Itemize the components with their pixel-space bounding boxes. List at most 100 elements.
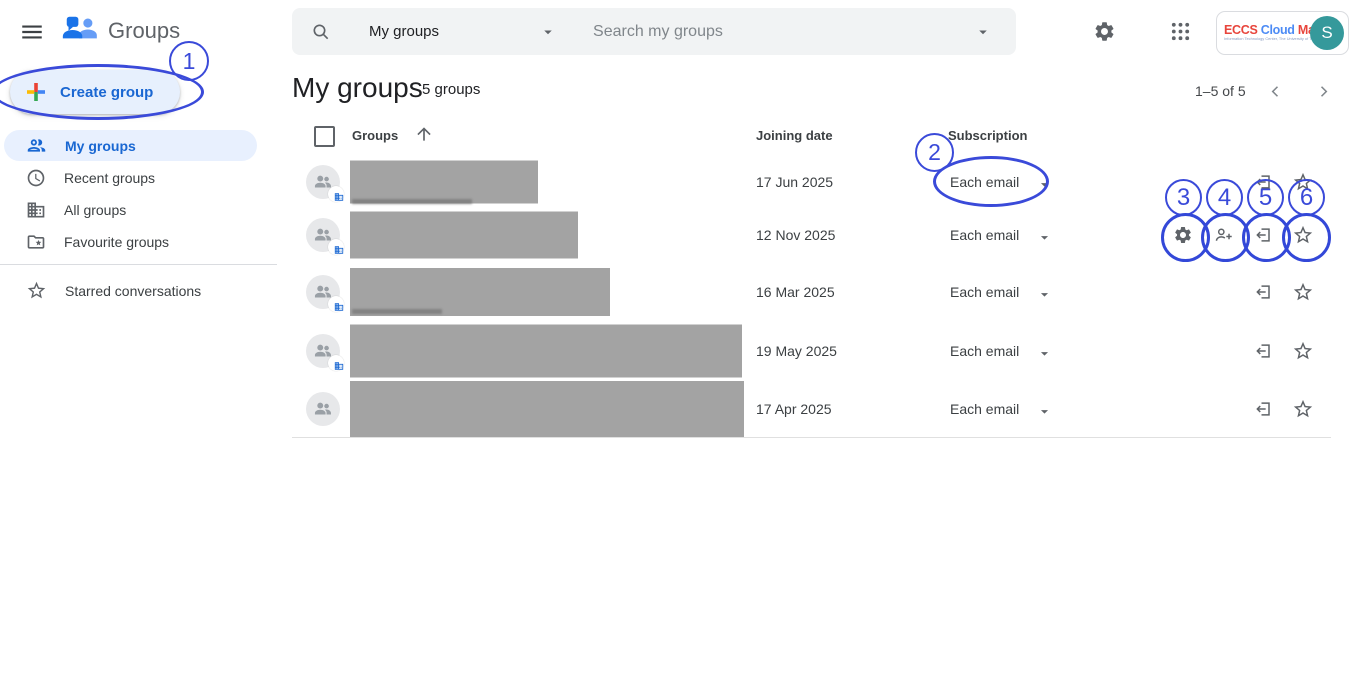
subscription-dropdown[interactable]: Each email — [950, 174, 1019, 190]
joining-date: 16 Mar 2025 — [756, 284, 835, 300]
sidebar-item-starred-conversations[interactable]: Starred conversations — [4, 275, 257, 306]
leave-group-icon[interactable] — [1254, 399, 1274, 419]
sidebar-item-all-groups[interactable]: All groups — [4, 194, 257, 225]
star-icon[interactable] — [1292, 340, 1314, 362]
subscription-dropdown[interactable]: Each email — [950, 284, 1019, 300]
people-icon — [26, 135, 47, 156]
column-header-subscription[interactable]: Subscription — [948, 128, 1027, 143]
create-group-label: Create group — [60, 84, 153, 101]
create-group-button[interactable]: Create group — [10, 70, 180, 114]
star-icon[interactable] — [1292, 281, 1314, 303]
app-name: Groups — [108, 18, 180, 44]
search-icon — [311, 22, 331, 42]
redacted-group-name — [350, 212, 578, 259]
group-people-icon — [312, 398, 334, 420]
star-icon[interactable] — [1292, 224, 1314, 246]
organization-badge-icon — [328, 296, 344, 312]
subscription-dropdown[interactable]: Each email — [950, 401, 1019, 417]
table-header: Groups Joining date Subscription — [292, 120, 1331, 156]
google-apps-icon[interactable] — [1169, 20, 1192, 43]
sidebar-divider — [0, 264, 277, 265]
logo-word-1: ECCS — [1224, 23, 1258, 37]
table-row[interactable]: 16 Mar 2025 Each email — [292, 262, 1331, 322]
domain-icon — [26, 200, 46, 220]
group-avatar — [306, 334, 340, 368]
column-header-groups[interactable]: Groups — [352, 128, 398, 143]
chevron-down-icon — [1036, 286, 1053, 303]
search-options-chevron-icon[interactable] — [974, 23, 992, 41]
search-input[interactable]: Search my groups — [593, 23, 974, 41]
sidebar-item-label: Recent groups — [64, 170, 155, 186]
sidebar-item-label: Starred conversations — [65, 283, 201, 299]
table-row[interactable]: 17 Apr 2025 Each email — [292, 380, 1331, 438]
table-row[interactable]: 19 May 2025 Each email — [292, 321, 1331, 381]
search-scope-dropdown[interactable]: My groups — [369, 23, 557, 41]
subscription-dropdown[interactable]: Each email — [950, 227, 1019, 243]
redacted-group-name — [350, 160, 538, 203]
joining-date: 19 May 2025 — [756, 343, 837, 359]
search-bar[interactable]: My groups Search my groups — [292, 8, 1016, 55]
plus-icon — [24, 80, 48, 104]
joining-date: 17 Jun 2025 — [756, 174, 833, 190]
next-page-icon[interactable] — [1314, 82, 1333, 101]
group-avatar — [306, 275, 340, 309]
subscription-value: Each email — [950, 284, 1019, 300]
groups-logo-icon — [62, 12, 100, 50]
logo-word-2: Cloud — [1261, 23, 1295, 37]
select-all-checkbox[interactable] — [314, 126, 335, 147]
joining-date: 17 Apr 2025 — [756, 401, 832, 417]
sidebar-item-my-groups[interactable]: My groups — [4, 130, 257, 161]
group-avatar — [306, 165, 340, 199]
logo-subtitle: Information Technology Center, The Unive… — [1224, 37, 1288, 42]
settings-gear-icon[interactable] — [1093, 20, 1116, 43]
subscription-value: Each email — [950, 174, 1019, 190]
table-row[interactable]: 12 Nov 2025 Each email — [292, 208, 1331, 263]
group-count: 5 groups — [422, 81, 480, 98]
previous-page-icon[interactable] — [1266, 82, 1285, 101]
table-row[interactable]: 17 Jun 2025 Each email — [292, 155, 1331, 209]
clock-icon — [26, 168, 46, 188]
leave-group-icon[interactable] — [1254, 225, 1274, 245]
redacted-text-remnant — [352, 199, 472, 204]
folder-star-icon — [26, 232, 46, 252]
sidebar-item-favourite-groups[interactable]: Favourite groups — [4, 226, 257, 257]
groups-logo[interactable]: Groups — [62, 12, 180, 50]
sidebar-item-label: All groups — [64, 202, 126, 218]
leave-group-icon[interactable] — [1254, 341, 1274, 361]
sidebar-item-label: My groups — [65, 138, 136, 154]
account-area[interactable]: ECCS Cloud Mail Information Technology C… — [1216, 11, 1349, 55]
organization-badge-icon — [328, 239, 344, 255]
subscription-value: Each email — [950, 227, 1019, 243]
organization-badge-icon — [328, 186, 344, 202]
star-icon[interactable] — [1292, 398, 1314, 420]
sidebar-item-label: Favourite groups — [64, 234, 169, 250]
chevron-down-icon — [1036, 229, 1053, 246]
top-bar: Groups My groups Search my groups ECCS C… — [0, 0, 1363, 64]
redacted-text-remnant — [352, 309, 442, 314]
star-icon — [26, 280, 47, 301]
leave-group-icon[interactable] — [1254, 172, 1274, 192]
redacted-group-name — [350, 381, 744, 437]
group-avatar — [306, 218, 340, 252]
page-title: My groups — [292, 72, 423, 104]
eccs-cloud-mail-logo: ECCS Cloud Mail Information Technology C… — [1224, 23, 1306, 43]
subscription-dropdown[interactable]: Each email — [950, 343, 1019, 359]
joining-date: 12 Nov 2025 — [756, 227, 835, 243]
chevron-down-icon — [539, 23, 557, 41]
chevron-down-icon — [1036, 345, 1053, 362]
sort-up-icon[interactable] — [414, 124, 434, 144]
menu-icon[interactable] — [19, 19, 45, 45]
account-avatar[interactable]: S — [1310, 16, 1344, 50]
group-settings-icon[interactable] — [1173, 225, 1193, 245]
leave-group-icon[interactable] — [1254, 282, 1274, 302]
subscription-value: Each email — [950, 343, 1019, 359]
column-header-joining-date[interactable]: Joining date — [756, 128, 833, 143]
chevron-down-icon — [1036, 403, 1053, 420]
add-member-icon[interactable] — [1213, 225, 1234, 246]
sidebar-item-recent-groups[interactable]: Recent groups — [4, 162, 257, 193]
redacted-group-name — [350, 324, 742, 377]
pagination-label: 1–5 of 5 — [1195, 83, 1246, 99]
group-avatar — [306, 392, 340, 426]
star-icon[interactable] — [1292, 171, 1314, 193]
organization-badge-icon — [328, 355, 344, 371]
